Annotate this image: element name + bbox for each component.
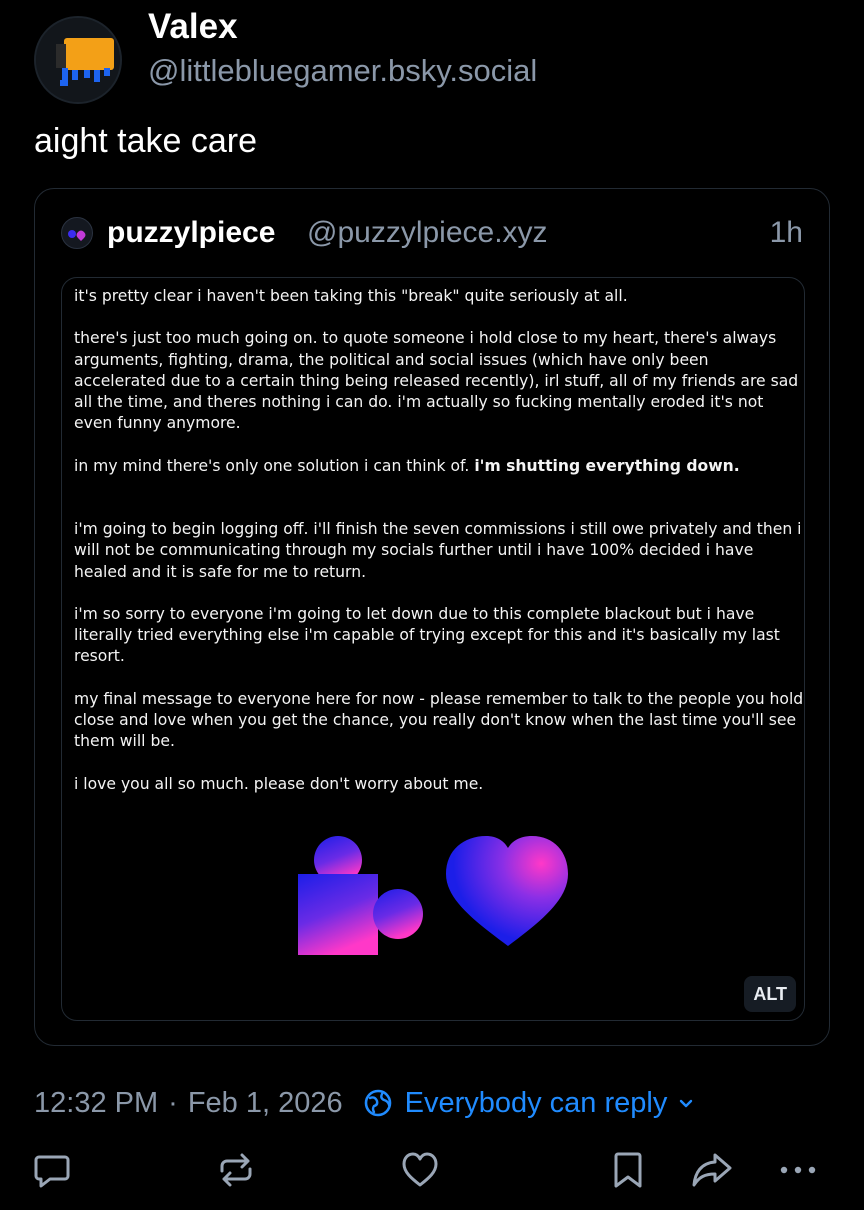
reply-setting-button[interactable]: Everybody can reply [363,1087,696,1120]
reply-icon [34,1155,70,1188]
puzzle-piece-icon [298,836,423,955]
share-button[interactable] [688,1146,736,1194]
heart-icon [446,836,568,946]
image-paragraph: i'm going to begin logging off. i'll fin… [74,520,802,581]
image-text: it's pretty clear i haven't been taking … [74,286,804,816]
image-paragraph: it's pretty clear i haven't been taking … [74,287,628,305]
more-icon [780,1166,816,1174]
quote-author-name[interactable]: puzzylpiece [107,214,275,252]
reply-setting-label: Everybody can reply [404,1086,668,1119]
author-name[interactable]: Valex [148,6,238,48]
avatar-image [68,230,86,241]
meta-separator: · [168,1086,178,1119]
image-paragraph: in my mind there's only one solution i c… [74,456,804,477]
share-icon [692,1153,732,1187]
post-date: Feb 1, 2026 [187,1086,343,1119]
post-time: 12:32 PM [34,1086,159,1119]
image-paragraph: i love you all so much. please don't wor… [74,774,484,793]
image-paragraph: i'm so sorry to everyone i'm going to le… [74,604,780,666]
image-paragraph-bold: i'm shutting everything down. [474,456,740,475]
puzzle-heart-artwork [298,836,568,955]
image-paragraph-lead: in my mind there's only one solution i c… [74,456,475,475]
image-paragraph: there's just too much going on. to quote… [74,329,799,433]
avatar-image [36,18,120,102]
quote-author-handle[interactable]: @puzzylpiece.xyz [307,214,548,252]
more-options-button[interactable] [774,1146,822,1194]
post-action-bar [0,1146,864,1196]
quote-image[interactable]: it's pretty clear i haven't been taking … [61,277,805,1021]
quote-post-card[interactable]: puzzylpiece @puzzylpiece.xyz 1h it's pre… [34,188,830,1046]
quote-timestamp[interactable]: 1h [770,214,803,252]
alt-text-badge[interactable]: ALT [744,976,796,1012]
author-avatar[interactable] [34,16,122,104]
repost-icon [220,1153,252,1187]
post-text: aight take care [34,122,258,160]
chevron-down-icon [680,1099,693,1108]
image-paragraph: my final message to everyone here for no… [74,689,804,751]
like-button[interactable] [396,1146,444,1194]
post-meta: 12:32 PM · Feb 1, 2026 Everybody can rep… [34,1083,695,1123]
reply-button[interactable] [28,1146,76,1194]
quote-author-avatar[interactable] [61,217,93,249]
bookmark-button[interactable] [604,1146,652,1194]
bookmark-icon [614,1152,642,1188]
earth-icon [364,1089,391,1117]
repost-button[interactable] [212,1146,260,1194]
heart-icon [402,1152,438,1187]
author-handle[interactable]: @littlebluegamer.bsky.social [148,52,537,90]
